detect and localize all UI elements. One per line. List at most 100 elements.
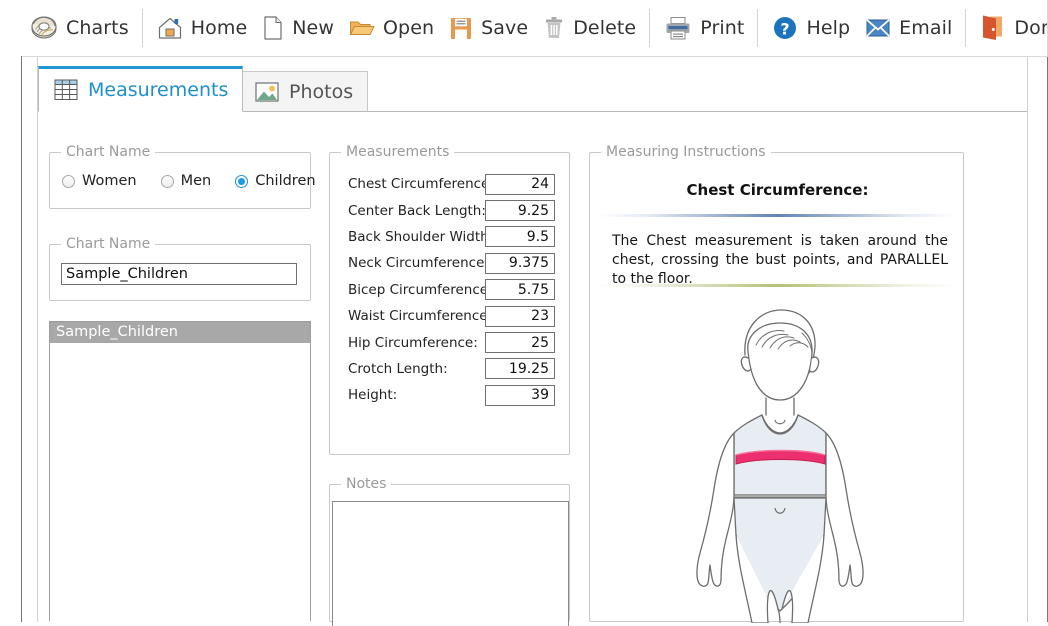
measurement-label: Chest Circumference: xyxy=(348,176,485,192)
chart-type-groupbox: Chart Name Women Men Children xyxy=(49,152,311,209)
toolbar-bottom-border xyxy=(22,56,1048,57)
toolbar-label-charts: Charts xyxy=(66,17,129,39)
tab-photos[interactable]: Photos xyxy=(239,71,368,112)
toolbar-label-new: New xyxy=(292,17,334,39)
chart-name-groupbox: Chart Name xyxy=(49,244,311,301)
toolbar-label-save: Save xyxy=(481,17,528,39)
radio-label-children: Children xyxy=(255,173,315,189)
measurement-label: Hip Circumference: xyxy=(348,335,485,351)
toolbar-button-done[interactable]: Done xyxy=(972,8,1048,48)
tab-label-measurements: Measurements xyxy=(88,79,228,101)
radio-label-men: Men xyxy=(181,173,212,189)
measurement-input-hip-circumference[interactable] xyxy=(485,332,555,353)
toolbar-button-home[interactable]: Home xyxy=(149,8,255,48)
child-front-body-diagram-icon xyxy=(658,303,898,623)
measurement-label: Height: xyxy=(348,387,485,403)
measurement-row-back-shoulder-width: Back Shoulder Width: xyxy=(330,224,571,250)
notes-group-title: Notes xyxy=(341,476,391,492)
toolbar-button-delete[interactable]: Delete xyxy=(535,8,643,48)
svg-text:?: ? xyxy=(781,20,790,39)
toolbar-label-delete: Delete xyxy=(573,17,636,39)
measurement-input-chest-circumference[interactable] xyxy=(485,174,555,195)
help-question-icon: ? xyxy=(771,14,799,42)
instructions-text: The Chest measurement is taken around th… xyxy=(612,232,948,289)
toolbar-separator xyxy=(649,9,650,47)
measuring-instructions-groupbox: Measuring Instructions Chest Circumferen… xyxy=(589,152,964,622)
home-icon xyxy=(156,14,184,42)
measurement-row-bicep-circumference: Bicep Circumference: xyxy=(330,277,571,303)
toolbar-label-open: Open xyxy=(383,17,434,39)
measurement-input-neck-circumference[interactable] xyxy=(485,253,555,274)
toolbar-separator xyxy=(142,9,143,47)
radio-label-women: Women xyxy=(82,173,137,189)
email-envelope-icon xyxy=(864,15,892,41)
measurement-label: Neck Circumference: xyxy=(348,255,485,271)
toolbar-button-open[interactable]: Open xyxy=(341,8,441,48)
measurement-input-bicep-circumference[interactable] xyxy=(485,279,555,300)
measurement-label: Back Shoulder Width: xyxy=(348,229,485,245)
delete-trash-icon xyxy=(542,14,566,42)
new-document-icon xyxy=(261,14,285,42)
measurement-label: Waist Circumference: xyxy=(348,308,485,324)
measurement-input-crotch-length[interactable] xyxy=(485,358,555,379)
toolbar-label-print: Print xyxy=(700,17,744,39)
radio-indicator-children[interactable] xyxy=(235,175,248,188)
measurement-row-waist-circumference: Waist Circumference: xyxy=(330,303,571,329)
done-door-icon xyxy=(979,13,1007,43)
chart-name-input[interactable] xyxy=(61,263,297,285)
chart-name-group-title: Chart Name xyxy=(61,236,155,252)
content-left-border xyxy=(37,57,38,622)
charts-tape-icon xyxy=(29,13,59,43)
radio-indicator-men[interactable] xyxy=(161,175,174,188)
notes-groupbox: Notes xyxy=(329,484,570,622)
list-item[interactable]: Sample_Children xyxy=(50,322,310,343)
measurement-label: Center Back Length: xyxy=(348,203,485,219)
toolbar-button-save[interactable]: Save xyxy=(441,8,535,48)
toolbar-button-help[interactable]: ? Help xyxy=(764,8,857,48)
toolbar-label-help: Help xyxy=(806,17,850,39)
toolbar-button-charts[interactable]: Charts xyxy=(22,8,136,48)
measurement-input-height[interactable] xyxy=(485,385,555,406)
tab-label-photos: Photos xyxy=(289,81,353,103)
radio-indicator-women[interactable] xyxy=(62,175,75,188)
notes-textarea[interactable] xyxy=(332,501,569,626)
measurement-input-waist-circumference[interactable] xyxy=(485,306,555,327)
toolbar-separator xyxy=(965,9,966,47)
measurements-groupbox: Measurements Chest Circumference: Center… xyxy=(329,152,570,455)
grid-table-icon xyxy=(53,77,79,103)
measurement-row-hip-circumference: Hip Circumference: xyxy=(330,329,571,355)
measurement-label: Crotch Length: xyxy=(348,361,485,377)
measurement-row-crotch-length: Crotch Length: xyxy=(330,356,571,382)
measurement-row-chest-circumference: Chest Circumference: xyxy=(330,171,571,197)
measurement-row-height: Height: xyxy=(330,382,571,408)
toolbar-separator xyxy=(757,9,758,47)
chart-list[interactable]: Sample_Children xyxy=(49,321,311,621)
print-printer-icon xyxy=(663,14,693,42)
radio-option-men[interactable]: Men xyxy=(161,173,212,189)
toolbar-label-home: Home xyxy=(191,17,248,39)
content-right-border xyxy=(1027,57,1028,622)
tab-measurements[interactable]: Measurements xyxy=(38,66,243,112)
toolbar-label-done: Done xyxy=(1014,17,1048,39)
instructions-group-title: Measuring Instructions xyxy=(601,144,771,160)
instructions-heading: Chest Circumference: xyxy=(590,181,965,199)
window-left-edge xyxy=(0,0,1,622)
instructions-divider-bottom xyxy=(598,284,957,287)
radio-option-children[interactable]: Children xyxy=(235,173,315,189)
main-toolbar: Charts Home New Open Save xyxy=(0,0,1048,56)
measurement-label: Bicep Circumference: xyxy=(348,282,485,298)
chart-type-radio-group: Women Men Children xyxy=(62,173,316,189)
measurement-row-center-back-length: Center Back Length: xyxy=(330,197,571,223)
radio-option-women[interactable]: Women xyxy=(62,173,137,189)
measurement-input-back-shoulder-width[interactable] xyxy=(485,226,555,247)
toolbar-button-print[interactable]: Print xyxy=(656,8,751,48)
toolbar-button-email[interactable]: Email xyxy=(857,8,959,48)
measurement-input-center-back-length[interactable] xyxy=(485,200,555,221)
toolbar-label-email: Email xyxy=(899,17,952,39)
tab-strip: Measurements Photos xyxy=(38,66,1027,112)
photo-image-icon xyxy=(254,80,280,104)
save-floppy-icon xyxy=(448,14,474,42)
toolbar-button-new[interactable]: New xyxy=(254,8,341,48)
window-left-border xyxy=(21,0,22,622)
measurements-group-title: Measurements xyxy=(341,144,454,160)
